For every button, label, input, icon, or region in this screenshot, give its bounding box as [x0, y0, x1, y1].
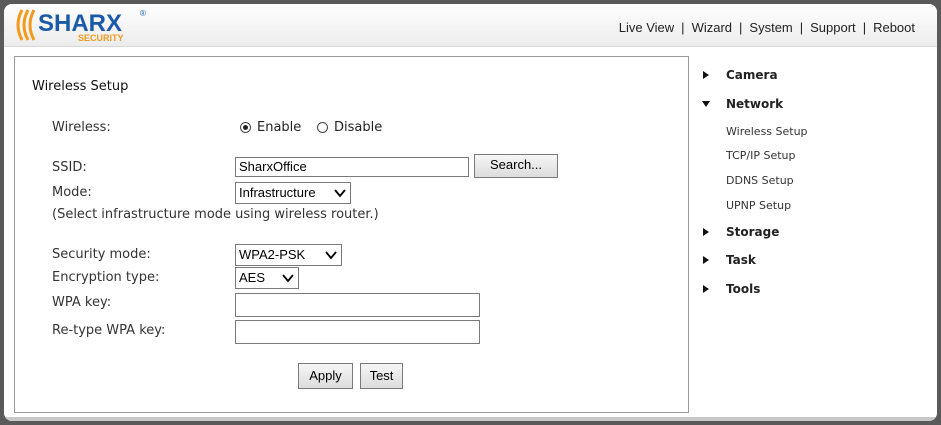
- sidebar-item-tcpip-setup[interactable]: TCP/IP Setup: [726, 149, 796, 162]
- wpa-key-input[interactable]: [235, 293, 480, 317]
- ssid-input[interactable]: SharxOffice: [235, 157, 469, 177]
- apply-button[interactable]: Apply: [298, 363, 353, 389]
- search-button[interactable]: Search...: [474, 154, 558, 178]
- sidebar: Camera Network Wireless Setup TCP/IP Set…: [697, 56, 937, 411]
- chevron-down-icon: [325, 251, 337, 260]
- app-frame: SHARX SECURITY ® Live View | Wizard | System…: [4, 4, 937, 421]
- sidebar-item-storage[interactable]: Storage: [697, 225, 897, 241]
- mode-hint: (Select infrastructure mode using wirele…: [52, 207, 379, 222]
- ssid-label: SSID:: [52, 160, 87, 175]
- triangle-right-icon: [703, 256, 709, 264]
- sidebar-camera-label: Camera: [726, 68, 778, 82]
- top-navigation: Live View | Wizard | System | Support | Reboot: [619, 20, 915, 35]
- retype-wpa-key-input[interactable]: [235, 320, 480, 344]
- triangle-right-icon: [703, 228, 709, 236]
- security-mode-value: WPA2-PSK: [239, 247, 306, 262]
- sidebar-tools-label: Tools: [726, 282, 761, 296]
- nav-separator: |: [739, 20, 743, 35]
- sidebar-item-tools[interactable]: Tools: [697, 282, 897, 298]
- wireless-setup-panel: Wireless Setup Wireless: Enable Disable …: [14, 56, 689, 413]
- panel-title: Wireless Setup: [32, 79, 129, 94]
- wireless-label: Wireless:: [52, 120, 111, 135]
- sidebar-item-network[interactable]: Network: [697, 97, 897, 113]
- sidebar-task-label: Task: [726, 253, 756, 267]
- footer-bar: [4, 417, 937, 421]
- chevron-down-icon: [282, 274, 294, 283]
- security-mode-label: Security mode:: [52, 247, 151, 262]
- sidebar-item-ddns-setup[interactable]: DDNS Setup: [726, 174, 794, 187]
- encryption-type-label: Encryption type:: [52, 270, 160, 285]
- sharx-logo: SHARX SECURITY ®: [16, 9, 146, 43]
- header: SHARX SECURITY ® Live View | Wizard | System…: [4, 4, 937, 47]
- wireless-disable-radio[interactable]: [317, 122, 328, 133]
- encryption-type-value: AES: [239, 270, 266, 285]
- mode-select[interactable]: Infrastructure: [235, 182, 351, 204]
- triangle-right-icon: [703, 285, 709, 293]
- nav-separator: |: [799, 20, 804, 35]
- test-button[interactable]: Test: [360, 363, 403, 389]
- sidebar-storage-label: Storage: [726, 225, 780, 239]
- sidebar-item-upnp-setup[interactable]: UPNP Setup: [726, 199, 791, 212]
- nav-wizard[interactable]: Wizard: [692, 20, 732, 35]
- triangle-down-icon: [702, 101, 710, 107]
- nav-reboot[interactable]: Reboot: [873, 20, 915, 35]
- mode-value: Infrastructure: [239, 185, 316, 200]
- chevron-down-icon: [334, 189, 346, 198]
- retype-wpa-key-label: Re-type WPA key:: [52, 323, 166, 338]
- sidebar-network-label: Network: [726, 97, 784, 111]
- nav-live-view[interactable]: Live View: [619, 20, 674, 35]
- svg-text:®: ®: [140, 9, 146, 18]
- wpa-key-label: WPA key:: [52, 295, 112, 310]
- enable-label: Enable: [257, 120, 302, 135]
- nav-system[interactable]: System: [749, 20, 792, 35]
- mode-label: Mode:: [52, 185, 92, 200]
- nav-separator: |: [862, 20, 867, 35]
- encryption-type-select[interactable]: AES: [235, 267, 299, 289]
- wireless-enable-radio[interactable]: [240, 122, 251, 133]
- disable-label: Disable: [334, 120, 383, 135]
- security-mode-select[interactable]: WPA2-PSK: [235, 244, 342, 266]
- sidebar-item-task[interactable]: Task: [697, 253, 897, 269]
- triangle-right-icon: [703, 71, 709, 79]
- logo-tagline: SECURITY: [78, 33, 124, 43]
- nav-support[interactable]: Support: [810, 20, 856, 35]
- sidebar-item-wireless-setup[interactable]: Wireless Setup: [726, 125, 808, 138]
- sidebar-item-camera[interactable]: Camera: [697, 68, 897, 84]
- nav-separator: |: [681, 20, 685, 35]
